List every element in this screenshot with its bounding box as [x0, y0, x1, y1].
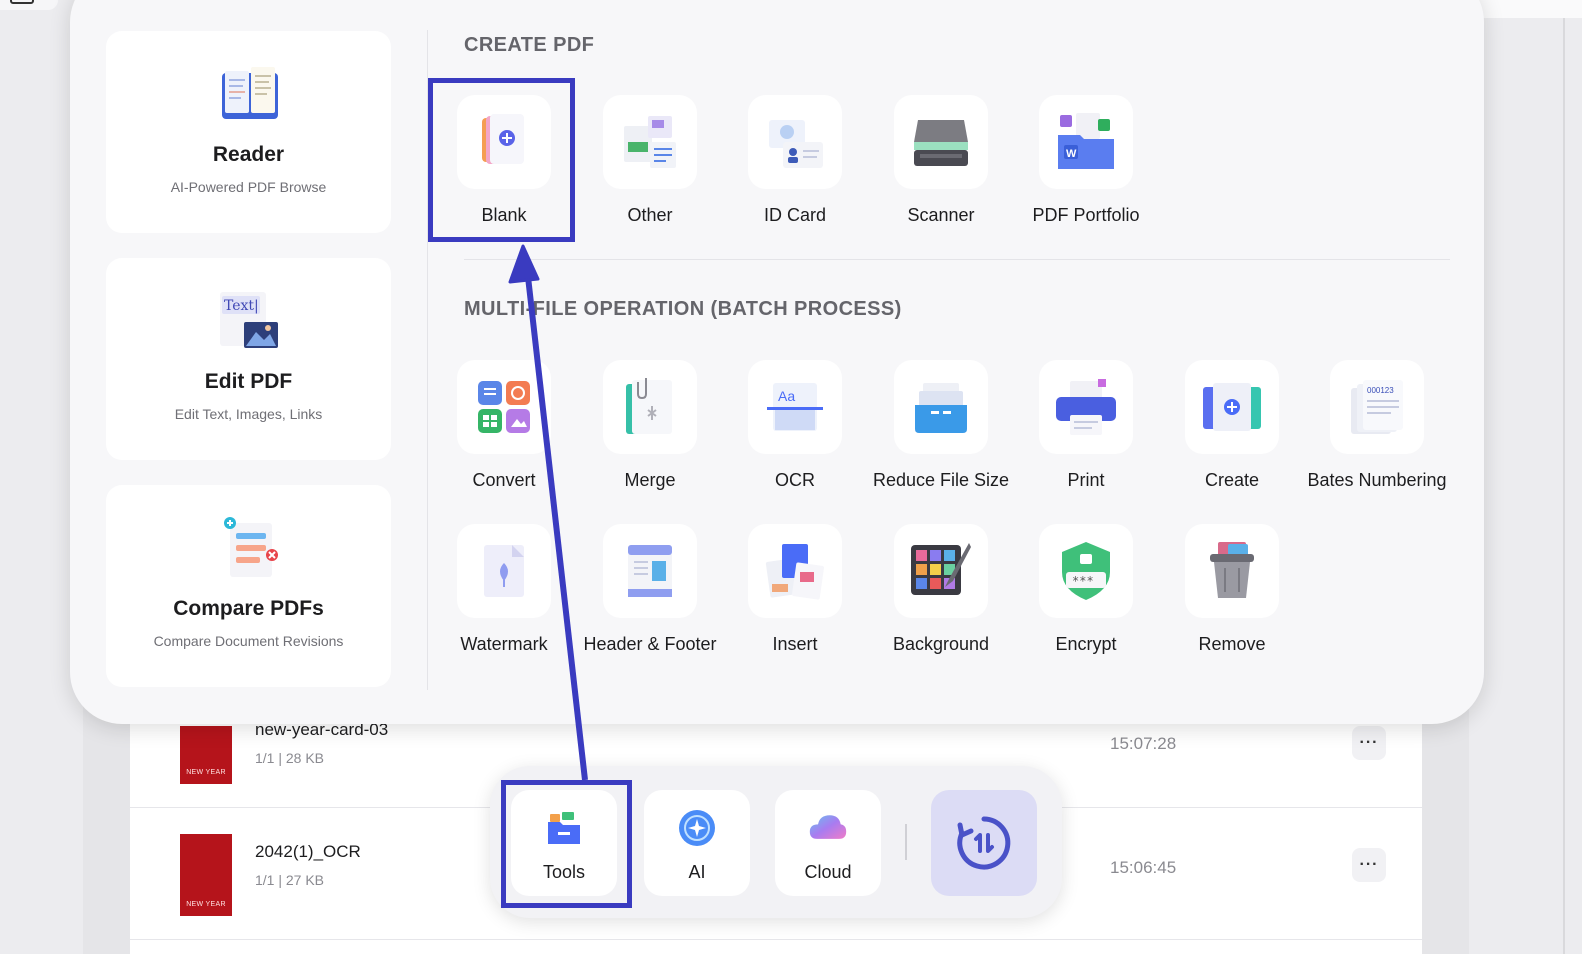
file-name[interactable]: 2042(1)_OCR [255, 842, 361, 862]
icon-text: *** [1072, 574, 1094, 588]
card-title: Compare PDFs [173, 597, 324, 620]
tool-remove[interactable]: Remove [1159, 524, 1305, 664]
tool-tile[interactable]: 000123 [1330, 360, 1424, 454]
tool-tile[interactable]: W [1039, 95, 1133, 189]
tool-ocr[interactable]: Aa OCR [722, 360, 868, 500]
tool-tile[interactable] [457, 524, 551, 618]
more-options-button[interactable]: ··· [1352, 726, 1386, 760]
card-title: Edit PDF [204, 370, 293, 393]
icon-text: 000123 [1367, 386, 1394, 395]
section-title-batch: MULTI-FILE OPERATION (BATCH PROCESS) [464, 298, 902, 320]
tool-bates-numbering[interactable]: 000123 Bates Numbering [1304, 360, 1450, 500]
top-bar-fragment [1470, 0, 1582, 18]
reader-card[interactable]: Reader AI-Powered PDF Browse [106, 31, 391, 233]
tool-tile[interactable] [894, 524, 988, 618]
file-meta: 1/1 | 28 KB [255, 750, 325, 766]
tool-tile[interactable]: Aa [748, 360, 842, 454]
tool-convert[interactable]: Convert [431, 360, 577, 500]
tool-tile[interactable] [894, 360, 988, 454]
svg-text:W: W [1066, 148, 1077, 160]
dock-label: Cloud [804, 862, 852, 882]
card-subtitle: Compare Document Revisions [153, 633, 344, 649]
tool-tile[interactable] [603, 95, 697, 189]
edit-text-icon: Text| [220, 292, 278, 348]
background-icon [911, 543, 971, 595]
watermark-icon [484, 545, 524, 597]
header-footer-icon [628, 545, 672, 597]
tool-tile[interactable] [1185, 360, 1279, 454]
section-divider [464, 259, 1450, 260]
tool-label: Bates Numbering [1307, 470, 1447, 490]
tool-tile[interactable] [603, 524, 697, 618]
tool-watermark[interactable]: Watermark [431, 524, 577, 664]
tool-id-card[interactable]: ID Card [722, 95, 868, 235]
dock-cloud-button[interactable]: Cloud [775, 790, 881, 896]
file-time: 15:07:28 [1110, 734, 1177, 753]
scanner-icon [914, 120, 968, 166]
tool-tile[interactable] [748, 95, 842, 189]
card-subtitle: AI-Powered PDF Browse [170, 179, 327, 195]
tool-tile[interactable] [457, 360, 551, 454]
dock-ai-button[interactable]: AI [644, 790, 750, 896]
file-meta: 1/1 | 27 KB [255, 872, 325, 888]
bates-numbering-icon: 000123 [1351, 380, 1403, 434]
icon-text: Text| [224, 298, 259, 314]
file-thumbnail: NEW YEAR [180, 726, 232, 784]
convert-icon [478, 381, 530, 433]
card-title: Reader [212, 143, 285, 166]
id-card-icon [769, 120, 823, 168]
blank-highlight-box [428, 78, 575, 242]
more-options-button[interactable]: ··· [1352, 848, 1386, 882]
remove-trash-icon [1210, 542, 1254, 598]
section-title-create-pdf: CREATE PDF [464, 34, 595, 56]
thumbnail-text: NEW YEAR [186, 901, 226, 908]
tool-tile[interactable] [603, 360, 697, 454]
dock-label: AI [688, 862, 706, 882]
tools-highlight-box [501, 780, 632, 908]
cloud-icon [809, 815, 847, 839]
tool-tile[interactable] [894, 95, 988, 189]
tool-tile[interactable]: *** [1039, 524, 1133, 618]
tool-pdf-portfolio[interactable]: W PDF Portfolio [1013, 95, 1159, 235]
window-menu-icon[interactable] [10, 0, 34, 4]
reduce-size-icon [915, 383, 967, 433]
compare-documents-icon [224, 517, 278, 577]
print-icon [1056, 379, 1116, 435]
encrypt-icon: *** [1062, 542, 1110, 600]
merge-icon [626, 378, 672, 434]
tool-insert[interactable]: Insert [722, 524, 868, 664]
tool-label: PDF Portfolio [1032, 205, 1140, 225]
card-subtitle: Edit Text, Images, Links [174, 406, 323, 422]
file-time: 15:06:45 [1110, 858, 1177, 877]
thumbnail-text: NEW YEAR [186, 769, 226, 776]
tools-popup: Reader AI-Powered PDF Browse Text| Edit … [70, 0, 1484, 724]
tool-label: Remove [1198, 634, 1266, 654]
window-corner [0, 0, 58, 10]
tool-encrypt[interactable]: *** Encrypt [1013, 524, 1159, 664]
portfolio-icon: W [1058, 113, 1114, 169]
tool-print[interactable]: Print [1013, 360, 1159, 500]
tool-tile[interactable] [1185, 524, 1279, 618]
other-formats-icon [624, 116, 676, 168]
compare-pdfs-card[interactable]: Compare PDFs Compare Document Revisions [106, 485, 391, 687]
ocr-icon: Aa [767, 383, 823, 431]
insert-icon [765, 544, 824, 600]
edit-pdf-card[interactable]: Text| Edit PDF Edit Text, Images, Links [106, 258, 391, 460]
tool-tile[interactable] [748, 524, 842, 618]
ai-sparkle-icon [679, 810, 715, 846]
file-thumbnail: NEW YEAR [180, 834, 232, 916]
tool-tile[interactable] [1039, 360, 1133, 454]
reader-book-icon [222, 67, 278, 119]
create-icon [1203, 383, 1261, 431]
dock-sync-button[interactable] [931, 790, 1037, 896]
scrollbar-track[interactable] [1563, 18, 1565, 954]
dock-separator [905, 824, 907, 860]
sync-transfer-icon [957, 816, 1011, 870]
icon-text: Aa [778, 388, 795, 404]
